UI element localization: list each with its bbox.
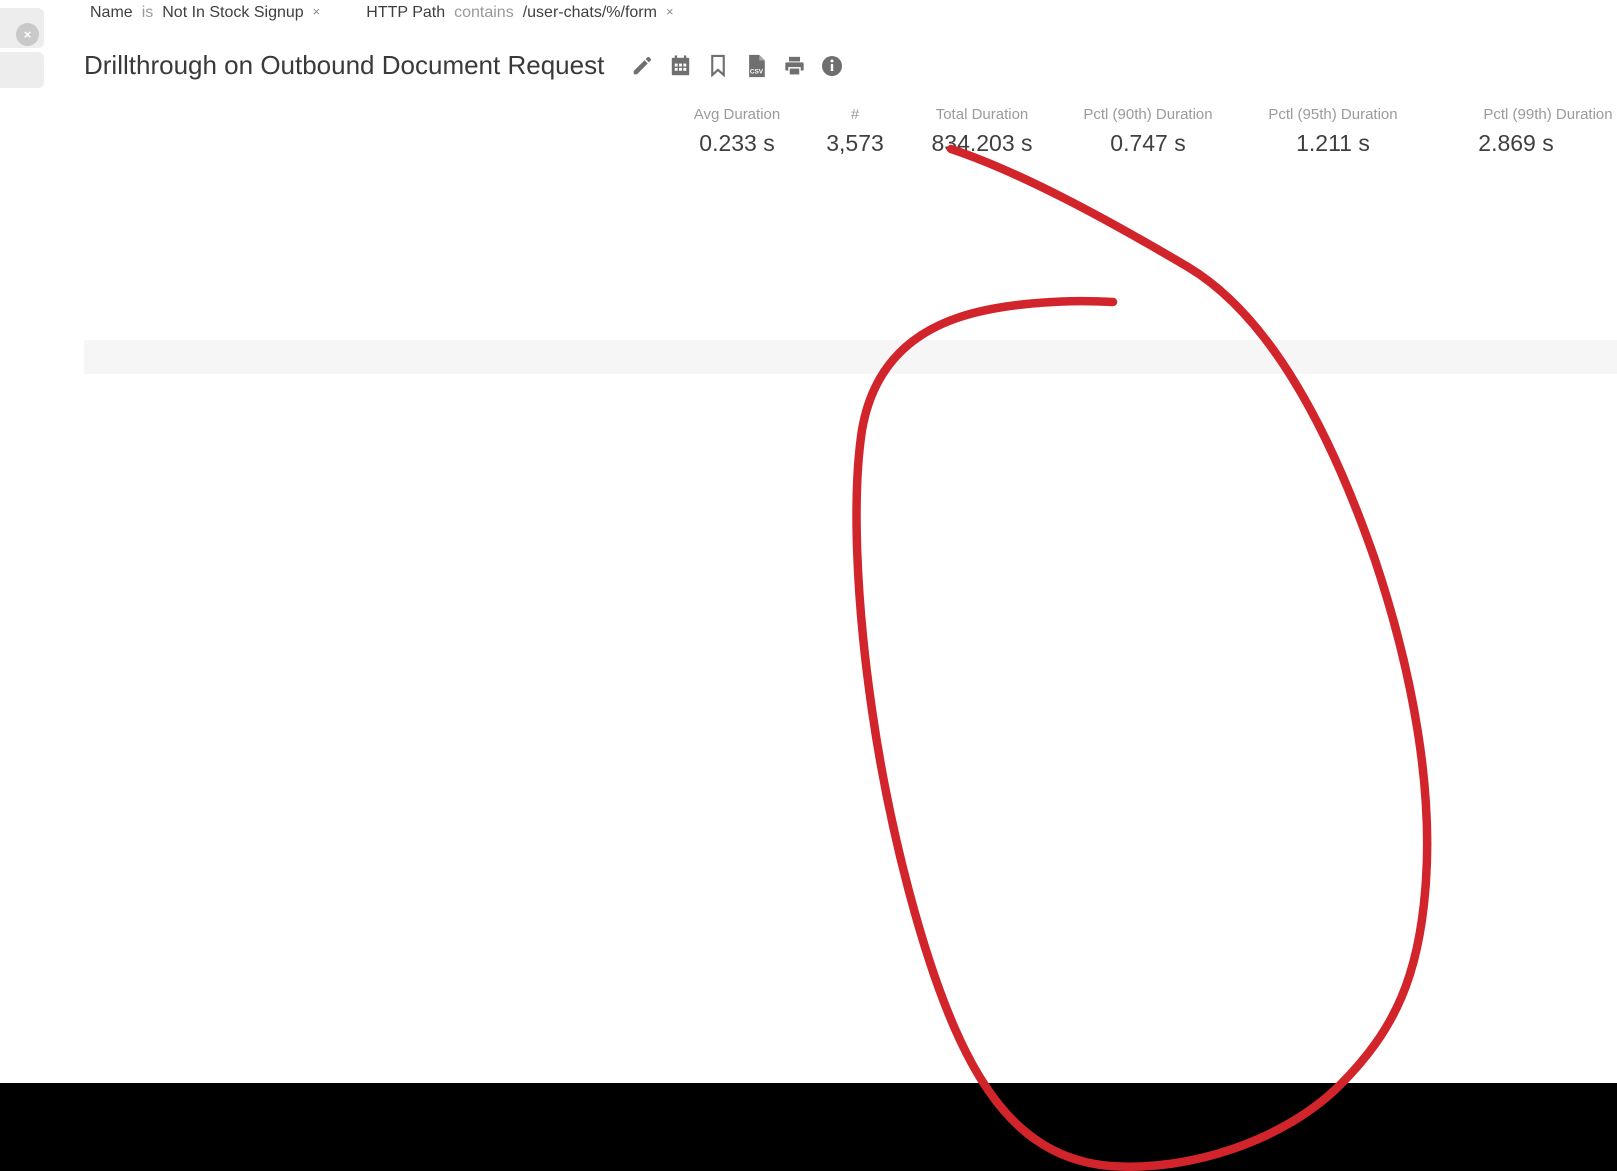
filter-operator: is [142,4,154,22]
bottom-black-bar [0,1083,1617,1171]
stat-total-duration: Total Duration 834.203 s [931,106,1032,157]
stat-pctl95: Pctl (95th) Duration 1.211 s [1268,106,1397,157]
edit-pencil-icon[interactable] [630,54,654,78]
stat-value: 1.211 s [1268,130,1397,157]
stat-value: 3,573 [826,130,884,157]
stat-pctl99: Pctl (99th) Duration 2.869 s [1451,106,1580,157]
stat-avg-duration: Avg Duration 0.233 s [694,106,780,157]
export-csv-icon[interactable]: CSV [744,54,768,78]
side-panel-tab-secondary[interactable] [0,52,44,88]
filter-bar: Name is Not In Stock Signup × HTTP Path … [90,0,674,26]
filter-pill-name[interactable]: Name is Not In Stock Signup × [90,4,320,22]
stat-value: 2.869 s [1451,130,1580,157]
info-icon[interactable] [820,54,844,78]
bookmark-icon[interactable] [706,54,730,78]
panel-close-button[interactable]: × [16,23,39,46]
table-header-row [84,340,1617,374]
stat-label: Pctl (99th) Duration [1483,106,1612,123]
filter-remove-icon[interactable]: × [313,4,321,19]
stat-value: 0.747 s [1083,130,1212,157]
print-icon[interactable] [782,54,806,78]
filter-operator: contains [454,4,514,22]
stat-value: 834.203 s [931,130,1032,157]
filter-field: HTTP Path [366,4,445,22]
filter-value: /user-chats/%/form [523,4,657,22]
stat-label: Pctl (95th) Duration [1268,106,1397,123]
filter-value: Not In Stock Signup [162,4,303,22]
stat-count: # 3,573 [826,106,884,157]
stat-pctl90: Pctl (90th) Duration 0.747 s [1083,106,1212,157]
filter-remove-icon[interactable]: × [666,4,674,19]
stat-label: Pctl (90th) Duration [1083,106,1212,123]
calendar-icon[interactable] [668,54,692,78]
filter-pill-http-path[interactable]: HTTP Path contains /user-chats/%/form × [366,4,673,22]
stat-label: Total Duration [931,106,1032,123]
stat-label: Avg Duration [694,106,780,123]
filter-field: Name [90,4,133,22]
column-resize-strip [84,374,1617,394]
svg-text:CSV: CSV [750,68,764,75]
stat-value: 0.233 s [694,130,780,157]
duration-trend-chart[interactable] [0,168,1617,338]
side-panel-tab[interactable]: × [0,8,44,48]
stat-label: # [826,106,884,123]
page-title: Drillthrough on Outbound Document Reques… [84,50,604,81]
